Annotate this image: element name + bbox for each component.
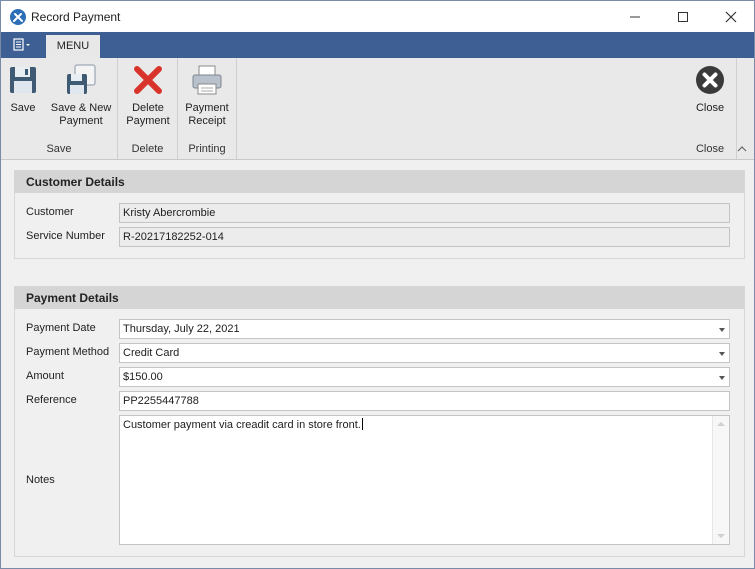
receipt-label-line2: Receipt — [188, 115, 226, 127]
payment-method-row: Payment Method Credit Card — [15, 343, 744, 363]
amount-row: Amount $150.00 — [15, 367, 744, 387]
reference-row: Reference PP2255447788 — [15, 391, 744, 411]
close-button[interactable]: Close — [686, 64, 734, 115]
notes-scrollbar[interactable] — [712, 416, 729, 544]
chevron-down-icon[interactable] — [719, 376, 725, 380]
red-x-icon — [134, 66, 162, 94]
floppy-disk-icon — [10, 67, 36, 93]
service-number-field[interactable]: R-20217182252-014 — [119, 227, 730, 247]
payment-details-panel: Payment Details Payment Date Thursday, J… — [14, 286, 745, 557]
ribbon: Save Save & New Payment Save Delete Paym… — [1, 58, 754, 160]
ribbon-group-save-label: Save — [46, 143, 72, 155]
ribbon-group-delete-label: Delete — [131, 143, 164, 155]
save-label: Save — [10, 102, 36, 114]
record-payment-window: Record Payment MENU Save Save & New Paym… — [0, 0, 755, 569]
floppy-disks-icon — [67, 64, 96, 94]
window-title: Record Payment — [31, 10, 121, 24]
close-circle-icon — [696, 66, 724, 94]
amount-field[interactable]: $150.00 — [119, 367, 730, 387]
title-bar: Record Payment — [1, 1, 754, 32]
customer-details-title: Customer Details — [15, 171, 744, 193]
text-caret — [361, 418, 363, 430]
ribbon-group-close: Close Close — [684, 58, 737, 159]
payment-method-select[interactable]: Credit Card — [119, 343, 730, 363]
delete-payment-button[interactable]: Delete Payment — [120, 64, 176, 128]
save-button[interactable]: Save — [5, 64, 41, 115]
tab-menu[interactable]: MENU — [46, 35, 100, 58]
close-window-button[interactable] — [708, 1, 754, 32]
chevron-down-icon[interactable] — [719, 352, 725, 356]
ribbon-tab-bar: MENU — [1, 32, 754, 58]
receipt-label-line1: Payment — [185, 102, 229, 114]
scroll-up-arrow-icon[interactable] — [717, 422, 725, 426]
collapse-ribbon-chevron-icon[interactable] — [736, 143, 748, 153]
maximize-button[interactable] — [660, 1, 706, 32]
printer-icon — [192, 65, 222, 95]
tools-icon — [10, 9, 26, 25]
save-new-label-line2: Payment — [59, 115, 103, 127]
payment-date-value: Thursday, July 22, 2021 — [123, 323, 240, 335]
amount-value: $150.00 — [123, 371, 163, 383]
delete-label-line1: Delete — [132, 102, 164, 114]
customer-details-panel: Customer Details Customer Kristy Abercro… — [14, 170, 745, 259]
ribbon-group-save: Save Save & New Payment Save — [1, 58, 118, 159]
chevron-down-icon[interactable] — [719, 328, 725, 332]
customer-field[interactable]: Kristy Abercrombie — [119, 203, 730, 223]
reference-field[interactable]: PP2255447788 — [119, 391, 730, 411]
close-label: Close — [695, 102, 725, 114]
delete-label-line2: Payment — [126, 115, 170, 127]
customer-row: Customer Kristy Abercrombie — [15, 203, 744, 223]
notes-textarea[interactable]: Customer payment via creadit card in sto… — [119, 415, 730, 545]
ribbon-group-close-label: Close — [695, 143, 725, 155]
ribbon-group-printing-label: Printing — [188, 143, 226, 155]
amount-label: Amount — [26, 370, 64, 382]
payment-details-title: Payment Details — [15, 287, 744, 309]
payment-method-value: Credit Card — [123, 347, 180, 359]
payment-date-field[interactable]: Thursday, July 22, 2021 — [119, 319, 730, 339]
reference-label: Reference — [26, 394, 77, 406]
service-number-label: Service Number — [26, 230, 105, 242]
payment-date-row: Payment Date Thursday, July 22, 2021 — [15, 319, 744, 339]
ribbon-group-printing: Payment Receipt Printing — [178, 58, 237, 159]
notes-label: Notes — [26, 474, 55, 486]
customer-label: Customer — [26, 206, 74, 218]
payment-receipt-button[interactable]: Payment Receipt — [180, 64, 234, 128]
service-number-row: Service Number R-20217182252-014 — [15, 227, 744, 247]
payment-method-label: Payment Method — [26, 346, 110, 358]
save-new-payment-button[interactable]: Save & New Payment — [49, 64, 113, 128]
payment-date-label: Payment Date — [26, 322, 96, 334]
minimize-button[interactable] — [612, 1, 658, 32]
notes-value: Customer payment via creadit card in sto… — [123, 419, 361, 431]
ribbon-group-delete: Delete Payment Delete — [118, 58, 178, 159]
scroll-down-arrow-icon[interactable] — [717, 534, 725, 538]
save-new-label-line1: Save & New — [50, 102, 112, 114]
application-menu-button[interactable] — [1, 32, 45, 58]
